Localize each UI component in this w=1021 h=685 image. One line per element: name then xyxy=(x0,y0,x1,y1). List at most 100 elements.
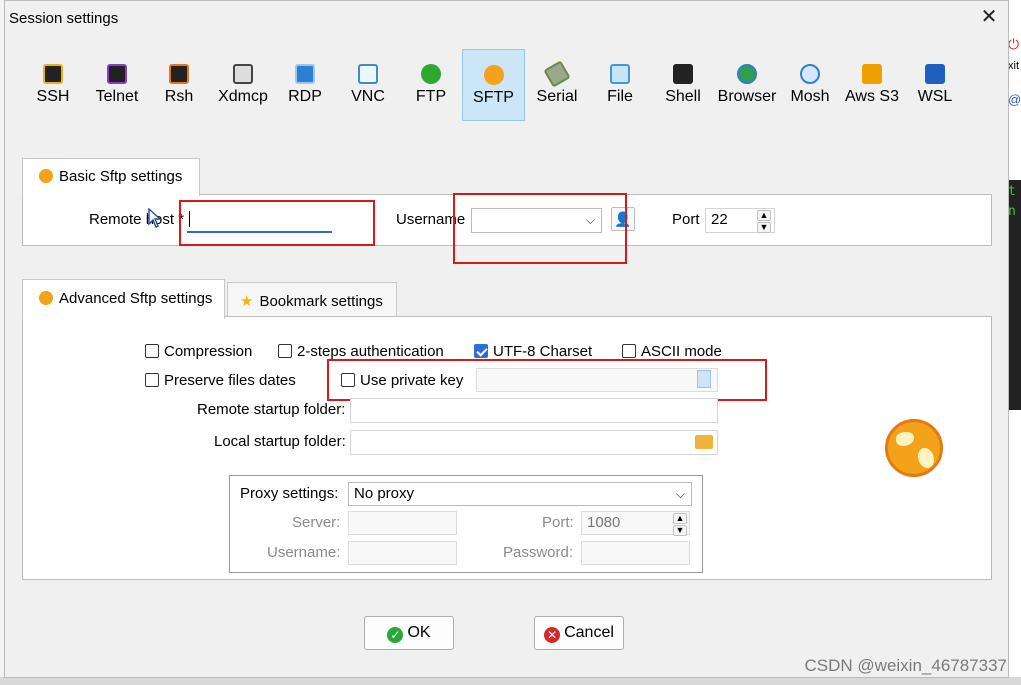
sftp-globe-icon xyxy=(885,419,943,477)
session-type-ftp[interactable]: FTP xyxy=(411,49,451,121)
ok-label: OK xyxy=(407,624,431,641)
session-type-label: Rsh xyxy=(164,88,194,105)
xdmcp-icon xyxy=(233,64,253,84)
two-steps-auth-checkbox[interactable]: 2-steps authentication xyxy=(278,343,444,360)
preserve-dates-checkbox[interactable]: Preserve files dates xyxy=(145,372,296,389)
tab-basic-sftp-settings[interactable]: Basic Sftp settings xyxy=(22,158,200,196)
cancel-label: Cancel xyxy=(564,624,614,641)
session-type-ssh[interactable]: SSH xyxy=(32,49,74,121)
ssh-icon xyxy=(43,64,63,84)
checkbox-box[interactable] xyxy=(145,344,159,358)
mouse-cursor-icon xyxy=(148,208,162,228)
session-type-sftp[interactable]: SFTP xyxy=(462,49,525,121)
ok-button[interactable]: ✓ OK xyxy=(364,616,454,650)
session-settings-dialog: Session settings ✕ SSH Telnet Rsh Xdmcp … xyxy=(4,0,1009,678)
checkbox-box-checked[interactable] xyxy=(474,344,488,358)
session-type-label: Browser xyxy=(717,88,777,105)
sftp-tab-icon xyxy=(39,169,53,183)
session-type-rdp[interactable]: RDP xyxy=(285,49,325,121)
tab-label: Bookmark settings xyxy=(259,293,383,310)
annotation-username xyxy=(453,193,627,264)
spin-down-icon[interactable]: ▼ xyxy=(757,222,771,233)
session-type-label: VNC xyxy=(351,88,385,105)
checkbox-label: UTF-8 Charset xyxy=(493,343,593,360)
session-type-vnc[interactable]: VNC xyxy=(347,49,389,121)
background-terminal: t n xyxy=(1008,180,1021,410)
annotation-remote-host xyxy=(179,200,375,246)
browser-icon xyxy=(737,64,757,84)
session-type-browser[interactable]: Browser xyxy=(717,49,777,121)
wsl-icon xyxy=(925,64,945,84)
watermark-text: CSDN @weixin_46787337 xyxy=(804,656,1007,675)
tab-label: Advanced Sftp settings xyxy=(59,290,213,307)
spin-up-icon[interactable]: ▲ xyxy=(673,513,687,524)
local-startup-folder-input[interactable] xyxy=(350,430,718,455)
session-type-rsh[interactable]: Rsh xyxy=(161,49,197,121)
remote-startup-folder-input[interactable] xyxy=(350,398,718,423)
checkbox-box[interactable] xyxy=(278,344,292,358)
terminal-text-2: n xyxy=(1008,204,1016,219)
session-type-telnet[interactable]: Telnet xyxy=(93,49,141,121)
session-type-xdmcp[interactable]: Xdmcp xyxy=(215,49,271,121)
checkbox-box[interactable] xyxy=(622,344,636,358)
session-type-label: Shell xyxy=(665,88,701,105)
session-type-mosh[interactable]: Mosh xyxy=(787,49,833,121)
session-type-label: SSH xyxy=(36,88,70,105)
annotation-private-key xyxy=(327,359,767,401)
checkbox-box[interactable] xyxy=(145,373,159,387)
tab-bookmark-settings[interactable]: ★ Bookmark settings xyxy=(227,282,397,317)
ascii-mode-checkbox[interactable]: ASCII mode xyxy=(622,343,722,360)
spin-up-icon[interactable]: ▲ xyxy=(757,210,771,221)
proxy-password-input[interactable] xyxy=(581,541,690,565)
background-bottom-strip xyxy=(0,677,1021,685)
session-type-file[interactable]: File xyxy=(601,49,639,121)
remote-host-label: Remote host * xyxy=(89,211,185,228)
cancel-icon: ✕ xyxy=(544,627,561,643)
session-type-bar: SSH Telnet Rsh Xdmcp RDP VNC FTP SFTP Se… xyxy=(5,49,1010,123)
proxy-type-select[interactable]: No proxy ⌵ xyxy=(348,482,692,506)
session-type-label: File xyxy=(607,88,633,105)
session-type-wsl[interactable]: WSL xyxy=(913,49,957,121)
session-type-label: Aws S3 xyxy=(845,88,899,105)
proxy-port-spinner[interactable]: ▲ ▼ xyxy=(673,513,687,537)
star-icon: ★ xyxy=(240,293,254,310)
spin-down-icon[interactable]: ▼ xyxy=(673,525,687,536)
local-startup-folder-label: Local startup folder: xyxy=(214,433,346,450)
folder-icon[interactable] xyxy=(695,435,713,449)
sftp-icon xyxy=(483,65,504,85)
mosh-icon xyxy=(800,64,820,84)
session-type-label: WSL xyxy=(917,88,953,105)
chevron-down-icon: ⌵ xyxy=(675,487,685,501)
checkbox-label: 2-steps authentication xyxy=(297,343,444,360)
port-spinner[interactable]: ▲ ▼ xyxy=(757,210,771,234)
proxy-username-input[interactable] xyxy=(348,541,457,565)
close-button[interactable]: ✕ xyxy=(977,5,1001,29)
checkbox-label: Compression xyxy=(164,343,253,360)
compression-checkbox[interactable]: Compression xyxy=(145,343,252,360)
port-label: Port xyxy=(672,211,700,228)
proxy-port-label: Port: xyxy=(542,514,574,531)
session-type-label: FTP xyxy=(415,88,447,105)
serial-icon xyxy=(543,60,571,88)
session-type-label: RDP xyxy=(288,88,322,105)
cancel-button[interactable]: ✕ Cancel xyxy=(534,616,624,650)
rdp-icon xyxy=(295,64,315,84)
proxy-server-label: Server: xyxy=(292,514,341,531)
session-type-label: Serial xyxy=(536,88,578,105)
ftp-icon xyxy=(421,64,441,84)
proxy-server-input[interactable] xyxy=(348,511,457,535)
dialog-title: Session settings xyxy=(9,10,119,27)
vnc-icon xyxy=(358,64,378,84)
terminal-text-1: t xyxy=(1008,184,1016,199)
checkbox-label: ASCII mode xyxy=(641,343,722,360)
proxy-username-label: Username: xyxy=(267,544,341,561)
check-icon: ✓ xyxy=(387,627,404,643)
session-type-shell[interactable]: Shell xyxy=(663,49,703,121)
session-type-label: Xdmcp xyxy=(218,88,268,105)
session-type-serial[interactable]: Serial xyxy=(533,49,581,121)
session-type-aws-s3[interactable]: Aws S3 xyxy=(843,49,901,121)
proxy-password-label: Password: xyxy=(503,544,574,561)
utf8-charset-checkbox[interactable]: UTF-8 Charset xyxy=(474,343,592,360)
tab-advanced-sftp-settings[interactable]: Advanced Sftp settings xyxy=(22,279,225,319)
proxy-port-value: 1080 xyxy=(587,514,621,531)
